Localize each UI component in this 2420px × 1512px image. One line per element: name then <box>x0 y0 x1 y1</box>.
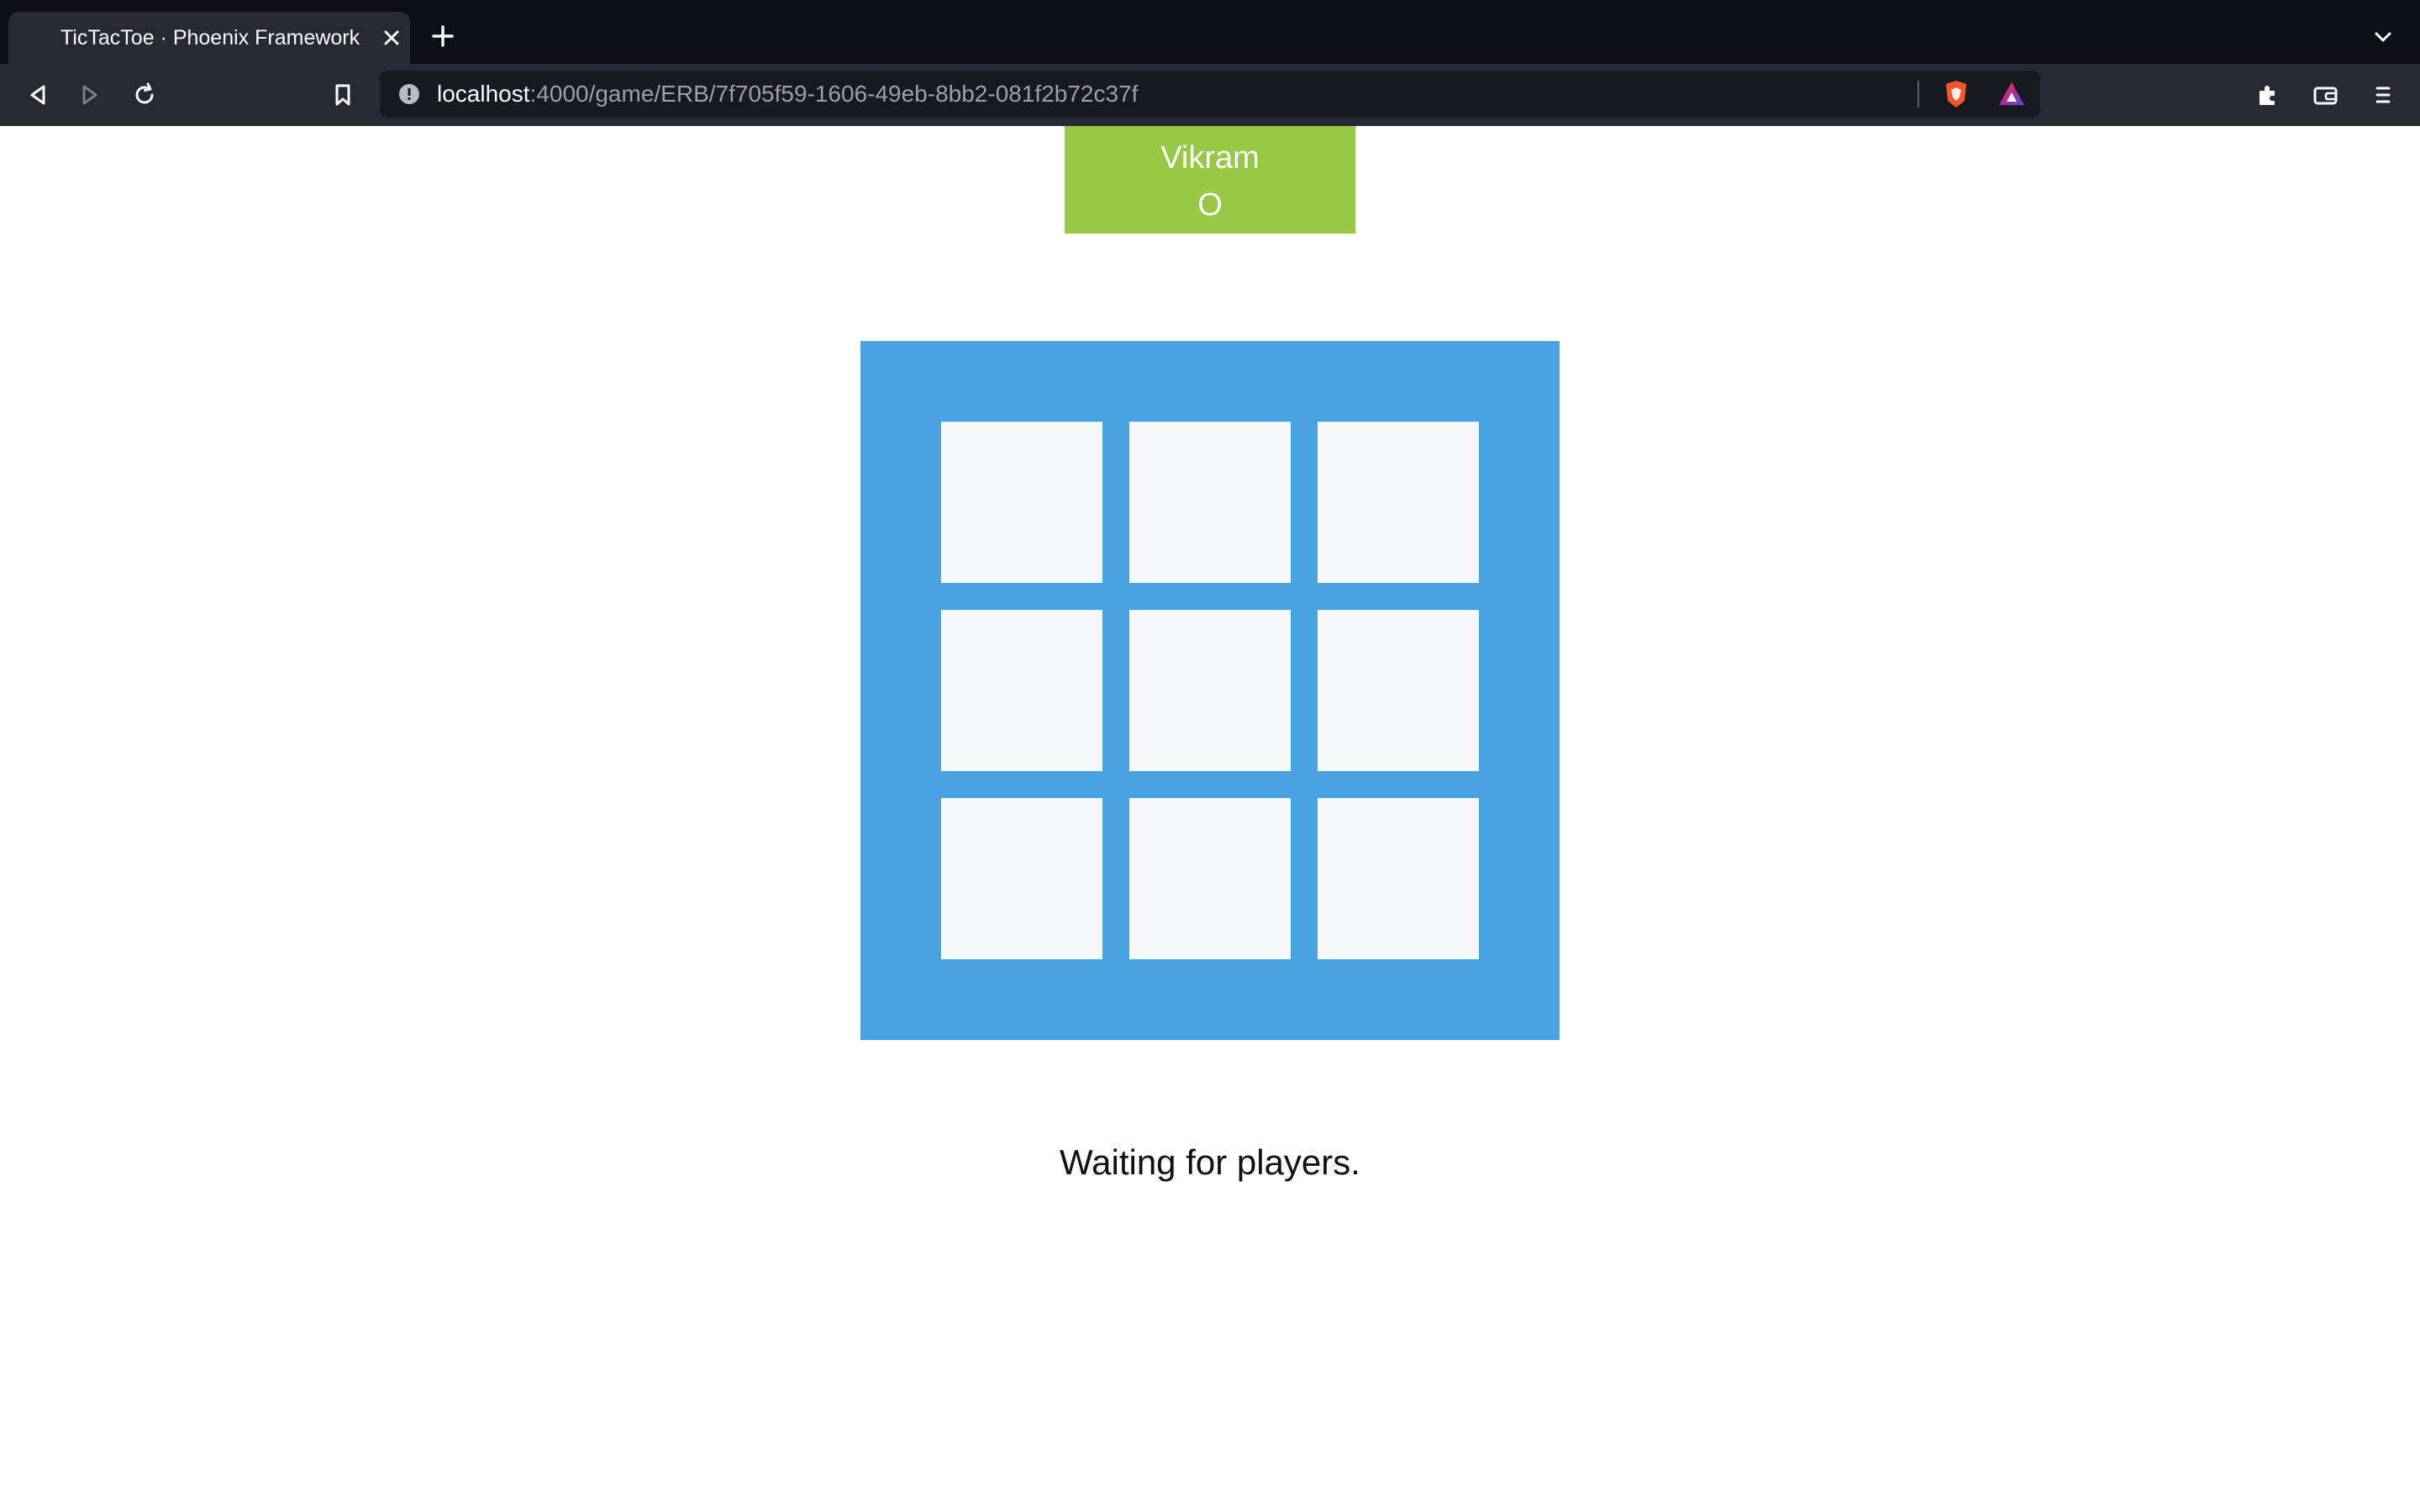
bookmark-icon[interactable] <box>329 81 357 109</box>
board-cell[interactable] <box>941 798 1102 959</box>
browser-tab[interactable]: TicTacToe · Phoenix Framework <box>8 12 410 64</box>
forward-icon[interactable] <box>76 81 104 109</box>
address-bar[interactable]: localhost:4000/game/ERB/7f705f59-1606-49… <box>380 71 2040 118</box>
board-cell[interactable] <box>941 610 1102 771</box>
url-text[interactable]: localhost:4000/game/ERB/7f705f59-1606-49… <box>437 71 1138 118</box>
player-symbol: O <box>1197 187 1223 223</box>
board-cell[interactable] <box>1318 422 1479 583</box>
board-cell[interactable] <box>1129 798 1291 959</box>
address-bar-divider <box>1918 81 1919 108</box>
close-icon[interactable] <box>380 26 403 50</box>
browser-toolbar: localhost:4000/game/ERB/7f705f59-1606-49… <box>0 64 2420 126</box>
player-name: Vikram <box>1160 140 1260 176</box>
url-host: localhost <box>437 81 530 107</box>
wallet-icon[interactable] <box>2311 81 2339 109</box>
game-board <box>860 341 1560 1040</box>
info-icon[interactable] <box>398 83 420 105</box>
back-icon[interactable] <box>24 81 52 109</box>
board-cell[interactable] <box>1129 610 1291 771</box>
reload-icon[interactable] <box>130 81 159 109</box>
menu-icon[interactable] <box>2368 81 2396 109</box>
player-card: Vikram O <box>1065 126 1355 234</box>
board-cell[interactable] <box>1318 798 1479 959</box>
tab-title: TicTacToe · Phoenix Framework <box>60 26 360 50</box>
plus-icon[interactable] <box>430 24 455 49</box>
url-path: :4000/game/ERB/7f705f59-1606-49eb-8bb2-0… <box>529 81 1139 107</box>
board-cell[interactable] <box>1318 610 1479 771</box>
game-status: Waiting for players. <box>1060 1142 1360 1182</box>
chevron-down-icon[interactable] <box>2371 25 2395 49</box>
brave-shield-icon[interactable] <box>1941 79 1971 109</box>
browser-tab-strip: TicTacToe · Phoenix Framework <box>0 0 2420 64</box>
brave-rewards-icon[interactable] <box>1996 79 2027 109</box>
board-cell[interactable] <box>1129 422 1291 583</box>
extensions-icon[interactable] <box>2254 81 2282 109</box>
board-cell[interactable] <box>941 422 1102 583</box>
